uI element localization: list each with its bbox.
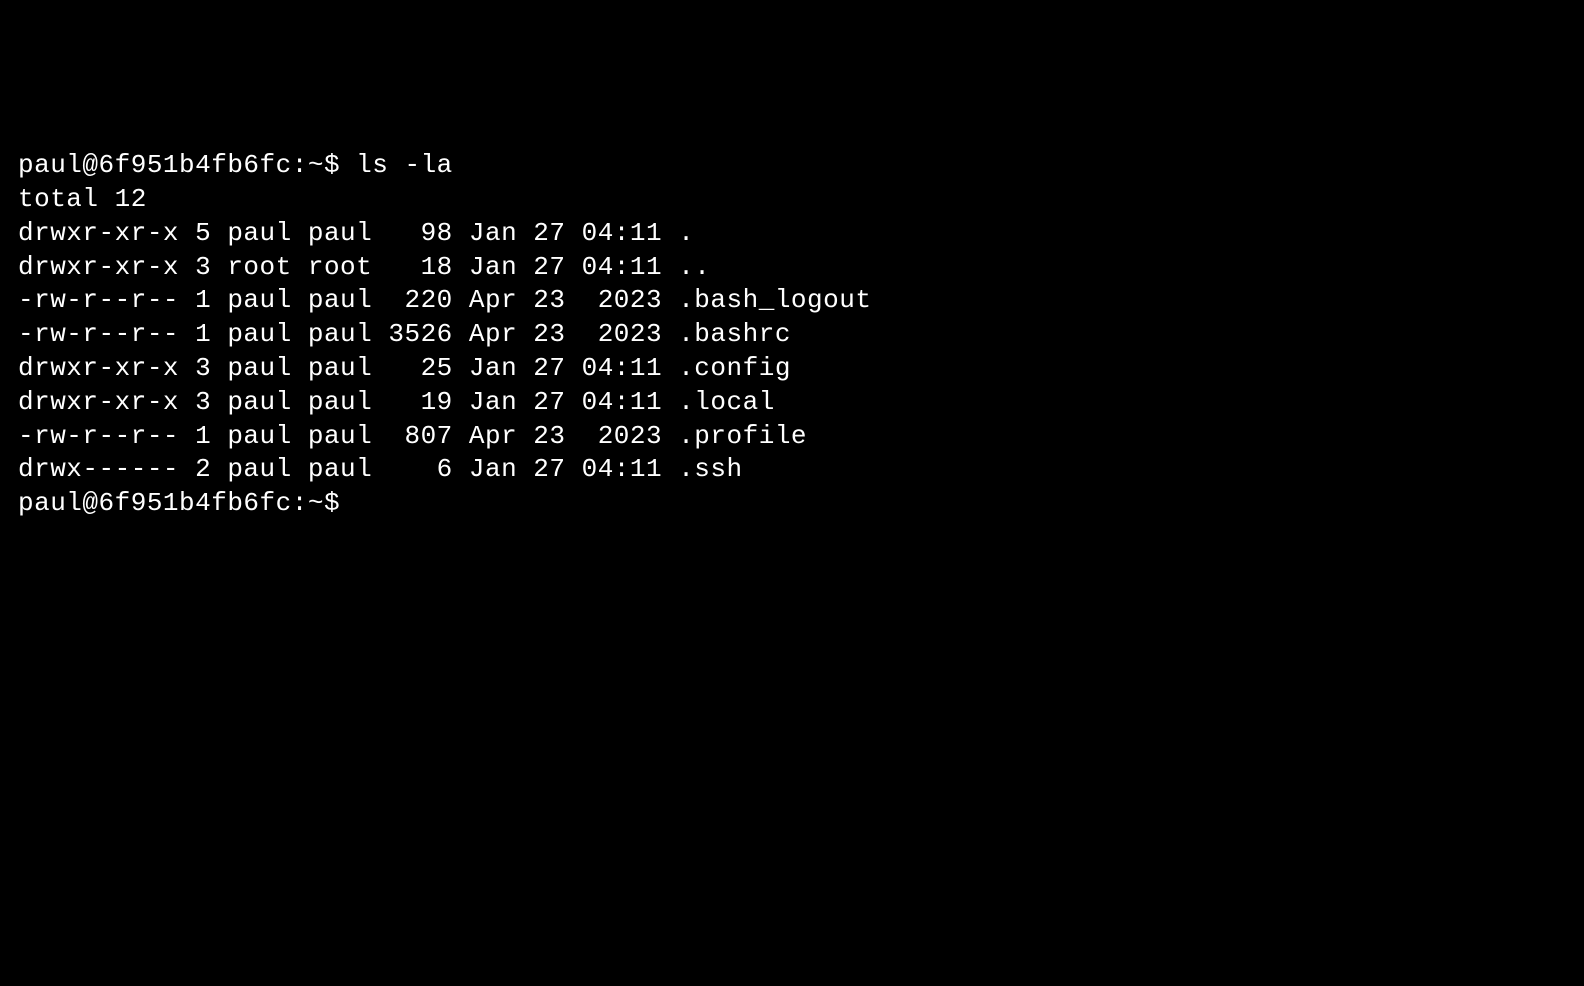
file-listing: drwxr-xr-x 5 paul paul 98 Jan 27 04:11 .… (18, 217, 1566, 487)
shell-prompt: paul@6f951b4fb6fc:~$ (18, 150, 356, 180)
command-text: ls -la (356, 150, 453, 180)
terminal-output[interactable]: paul@6f951b4fb6fc:~$ ls -la total 12 drw… (18, 149, 1566, 521)
cursor[interactable] (356, 487, 372, 518)
total-line: total 12 (18, 184, 147, 214)
shell-prompt: paul@6f951b4fb6fc:~$ (18, 488, 356, 518)
